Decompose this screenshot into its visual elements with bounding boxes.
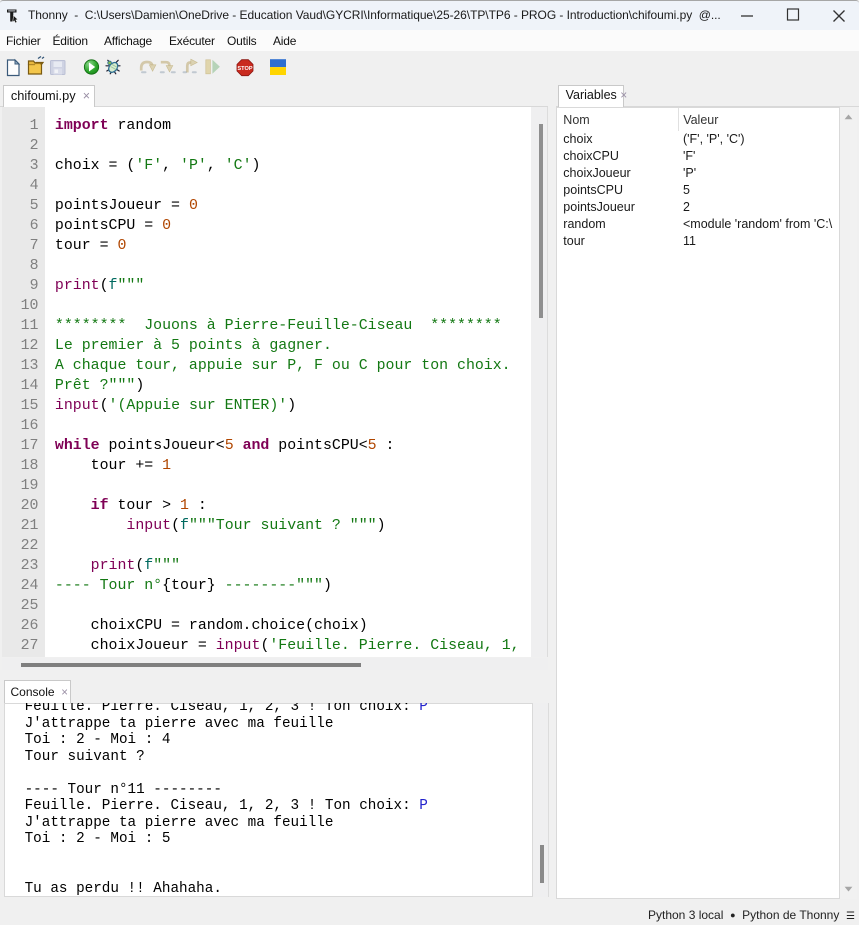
svg-text:STOP: STOP <box>237 66 252 72</box>
